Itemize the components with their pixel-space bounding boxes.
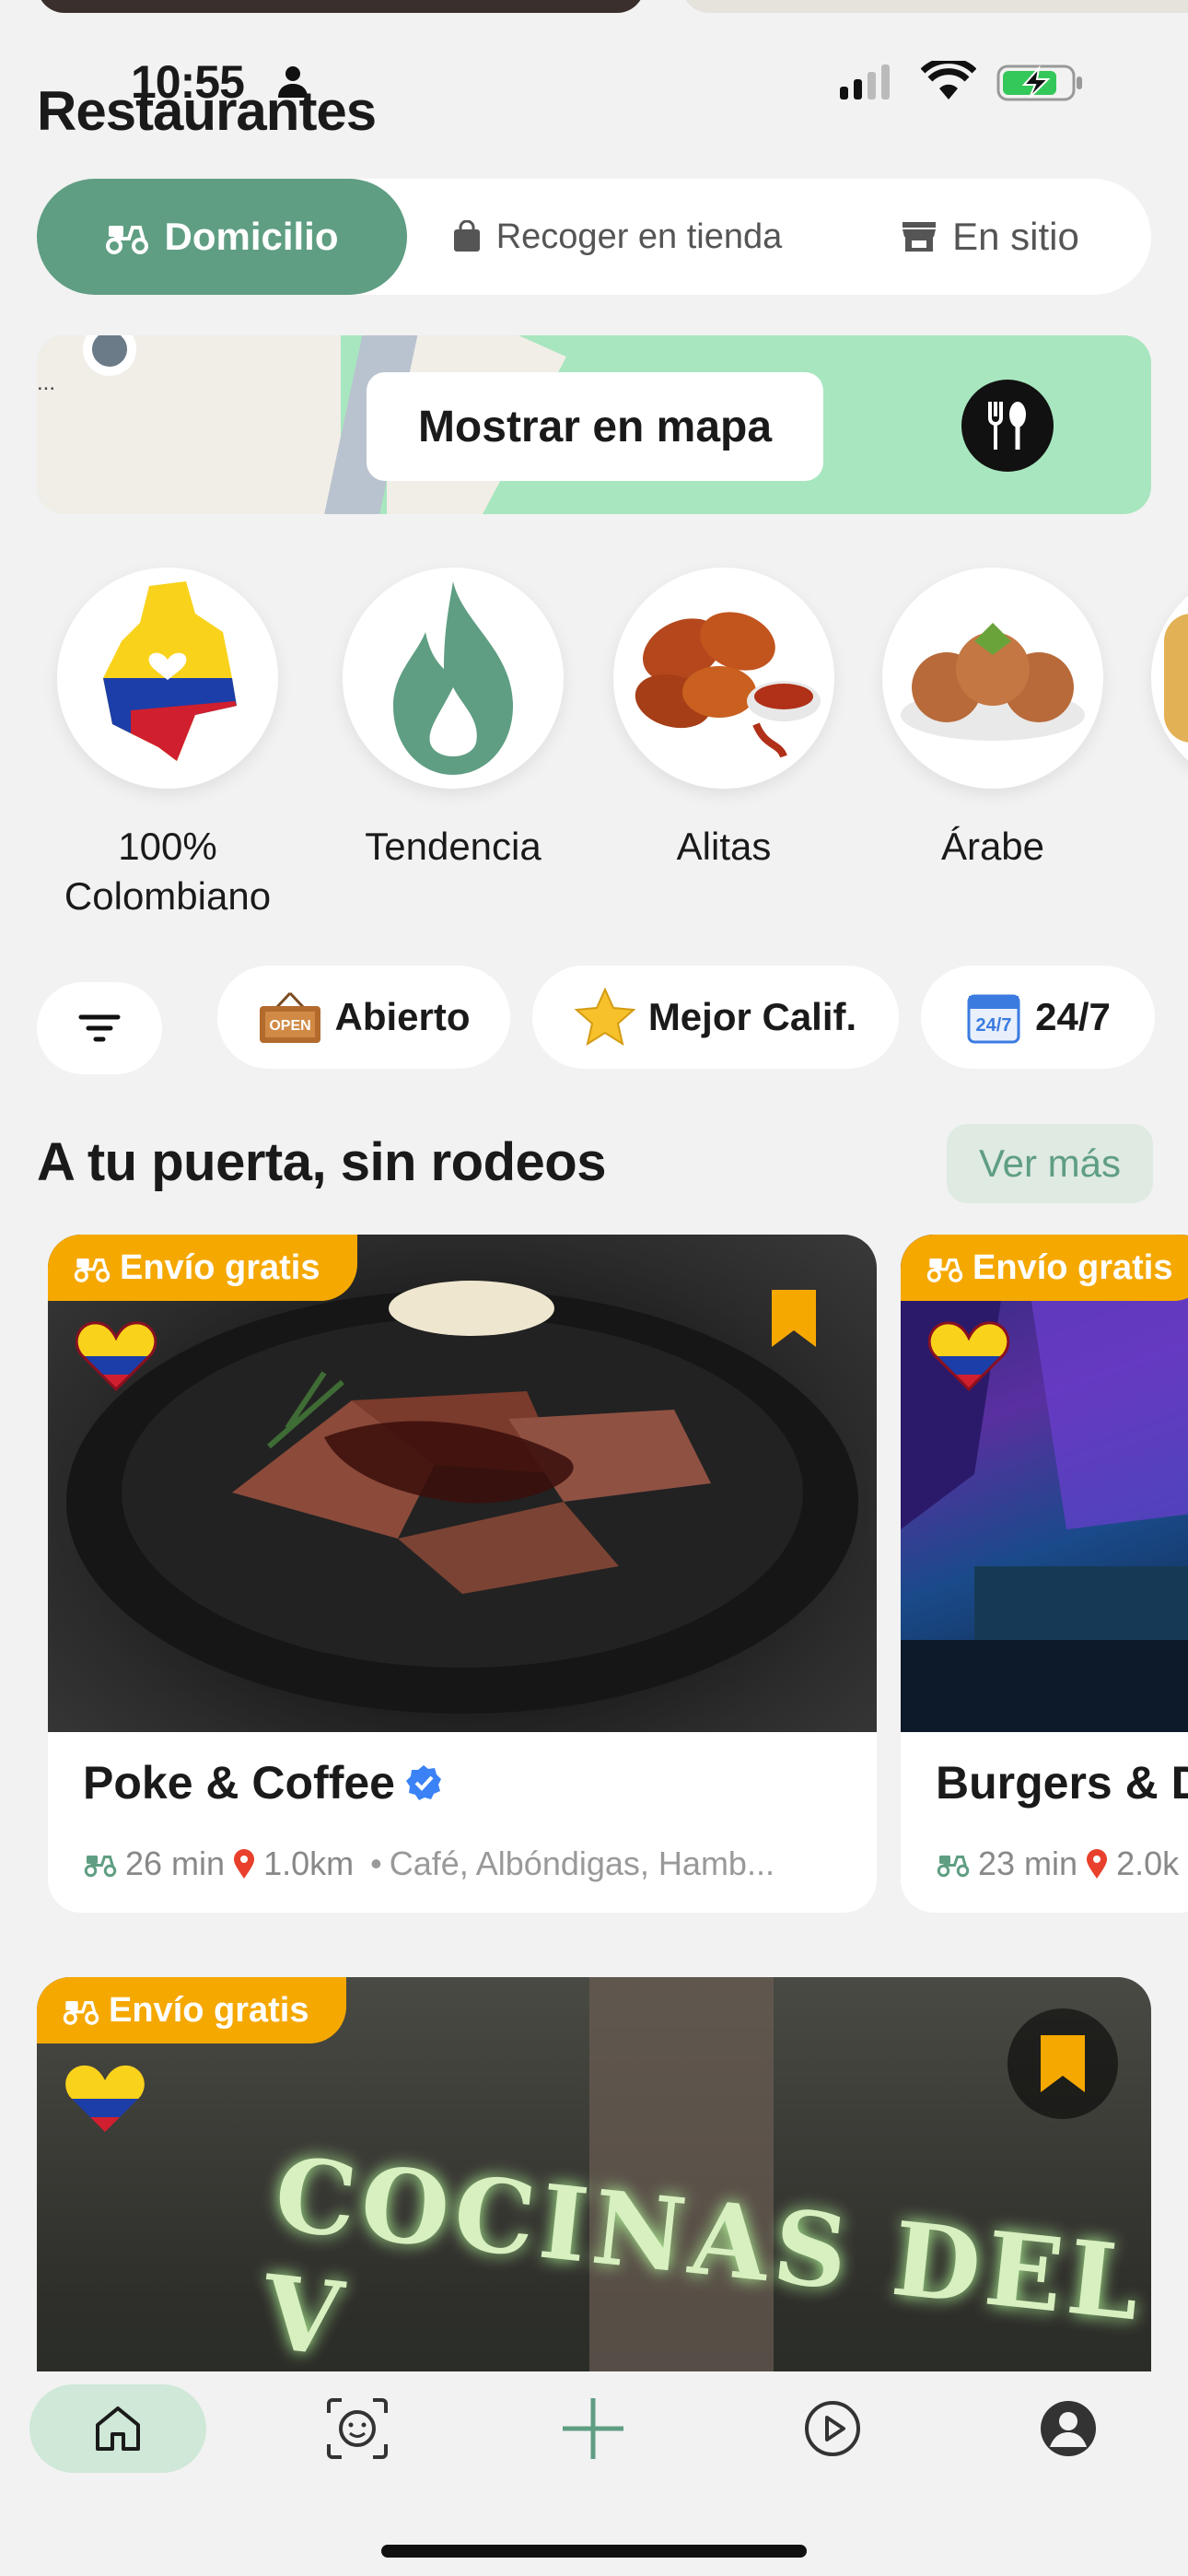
flame-icon (393, 581, 513, 775)
bookmark-button[interactable] (1007, 2008, 1118, 2119)
chip-label: Mejor Calif. (647, 995, 857, 1038)
restaurant-name: Poke & Coffee (83, 1757, 395, 1809)
verified-icon (405, 1765, 441, 1800)
see-more-button[interactable]: Ver más (947, 1124, 1153, 1203)
colombia-map-icon (103, 581, 237, 761)
wifi-icon (921, 61, 976, 100)
category-alitas[interactable]: Alitas (613, 568, 834, 872)
category-label: Alitas (676, 825, 772, 868)
delivery-time: 23 min (978, 1844, 1078, 1882)
delivery-time: 26 min (125, 1844, 226, 1882)
nav-face-scan[interactable] (313, 2384, 402, 2473)
previous-card-peek (681, 0, 1188, 13)
restaurant-pin-icon (961, 380, 1054, 472)
scooter-icon (106, 226, 149, 254)
chip-label: Abierto (334, 995, 471, 1038)
tab-domicilio[interactable]: Domicilio (37, 179, 407, 295)
scooter-icon (84, 1856, 117, 1878)
category-tendencia[interactable]: Tendencia (343, 568, 564, 872)
falafel-icon (901, 623, 1085, 741)
battery-charging-icon (996, 64, 1082, 101)
star-icon (574, 988, 635, 1047)
tab-label: Domicilio (164, 215, 339, 258)
restaurant-image (48, 1235, 877, 1732)
filter-mejor-calif[interactable]: Mejor Calif. (532, 966, 899, 1069)
category-label: 100% (118, 825, 217, 868)
page-title: Restaurantes (37, 80, 377, 142)
nav-home[interactable] (29, 2384, 206, 2473)
badge-label: Envío gratis (120, 1247, 320, 1287)
bag-icon (453, 220, 480, 252)
colombian-heart-icon (76, 1321, 157, 1392)
badge-label: Envío gratis (973, 1247, 1173, 1287)
location-pin-icon (1087, 1849, 1108, 1879)
restaurant-card[interactable]: Envío gratis Poke & Coffee 26 min 1.0km … (48, 1235, 877, 1913)
previous-card-peek (37, 0, 645, 13)
open-sign-icon: OPEN (259, 991, 320, 1043)
filter-24-7[interactable]: 24/7 24/7 (921, 966, 1155, 1069)
scooter-icon (63, 2001, 99, 2025)
play-circle-icon (805, 2401, 860, 2456)
distance: 2.0k (1116, 1844, 1180, 1882)
category-label: Árabe (940, 825, 1045, 868)
nav-profile[interactable] (1024, 2384, 1112, 2473)
tab-en-sitio[interactable]: En sitio (829, 179, 1151, 295)
tab-label: Recoger en tienda (495, 217, 783, 256)
section-title: A tu puerta, sin rodeos (37, 1132, 606, 1192)
show-map-button[interactable]: Mostrar en mapa (367, 372, 823, 481)
location-pin-icon (234, 1849, 255, 1879)
colombian-heart-icon (65, 2065, 145, 2132)
badge-label: Envío gratis (109, 1990, 309, 2030)
restaurant-image (901, 1235, 1188, 1732)
nav-add[interactable] (549, 2384, 637, 2473)
profile-icon (1041, 2401, 1096, 2456)
home-icon (96, 2406, 140, 2451)
free-delivery-badge: Envío gratis (37, 1977, 346, 2043)
tab-recoger-en-tienda[interactable]: Recoger en tienda (414, 179, 820, 295)
scooter-icon (937, 1856, 970, 1878)
category-label: Colombiano (64, 874, 272, 918)
calendar-icon: 24/7 (967, 994, 1020, 1044)
svg-text:OPEN: OPEN (269, 1018, 310, 1034)
filter-icon (78, 1014, 121, 1042)
restaurant-card[interactable]: Envío gratis Burgers & D 23 min 2.0k (901, 1235, 1188, 1913)
bookmark-icon[interactable] (770, 1288, 818, 1349)
category-next[interactable] (1151, 568, 1188, 789)
nav-video[interactable] (788, 2384, 877, 2473)
bottom-navigation (0, 2371, 1188, 2576)
category-arabe[interactable]: Árabe (882, 568, 1103, 872)
svg-text:24/7: 24/7 (976, 1015, 1012, 1036)
restaurant-tags: Café, Albóndigas, Hamb... (389, 1844, 775, 1882)
home-indicator (381, 2545, 807, 2558)
category-colombiano[interactable]: 100% Colombiano (57, 568, 278, 921)
chicken-wings-icon (635, 612, 821, 758)
scooter-icon (74, 1259, 111, 1282)
filter-button[interactable] (37, 982, 162, 1074)
colombian-heart-icon (928, 1321, 1009, 1392)
free-delivery-badge: Envío gratis (48, 1235, 357, 1301)
tab-label: En sitio (952, 215, 1079, 258)
map-banner[interactable]: ... Mostrar en mapa (37, 335, 1151, 514)
cellular-signal-icon (840, 64, 890, 100)
distance: 1.0km (263, 1844, 355, 1882)
bookmark-icon (1041, 2035, 1085, 2092)
restaurant-name: Burgers & D (936, 1757, 1188, 1809)
face-scan-icon (327, 2398, 388, 2459)
scooter-icon (926, 1259, 963, 1282)
category-label: Tendencia (365, 825, 542, 868)
plus-icon (563, 2398, 623, 2459)
free-delivery-badge: Envío gratis (901, 1235, 1188, 1301)
chip-label: 24/7 (1035, 995, 1111, 1038)
store-icon (903, 222, 937, 252)
filter-abierto[interactable]: OPEN Abierto (217, 966, 510, 1069)
delivery-mode-selector: Domicilio Recoger en tienda En sitio (37, 179, 1151, 295)
